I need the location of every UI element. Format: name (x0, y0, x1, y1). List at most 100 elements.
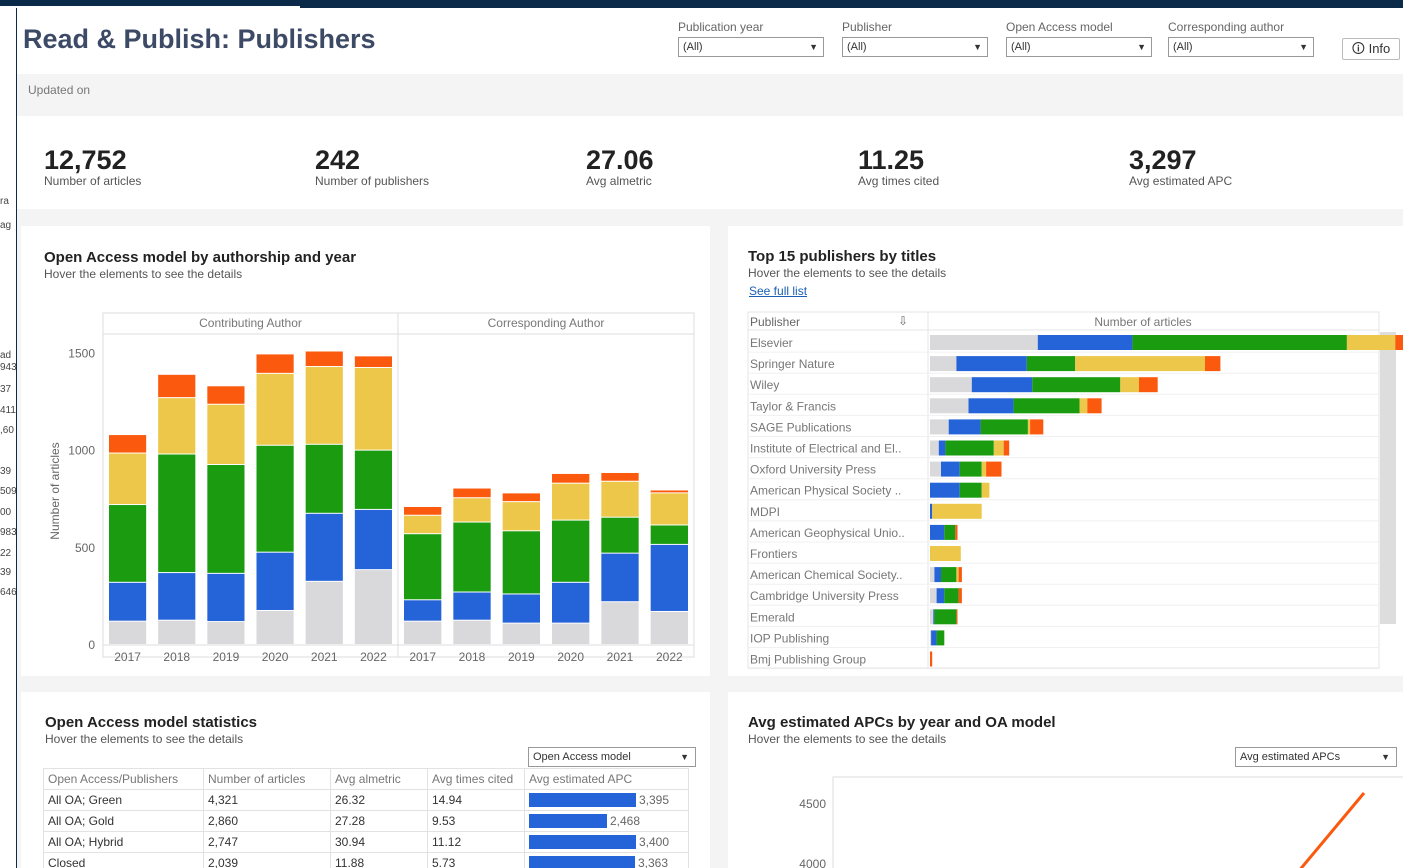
info-label: Info (1368, 41, 1391, 56)
bar-segment (502, 493, 540, 502)
apc-bar (529, 835, 636, 850)
bar-segment (930, 567, 935, 583)
bar-segment (256, 373, 294, 445)
bar-segment (158, 374, 196, 398)
publisher-label: Emerald (750, 610, 795, 624)
column-header[interactable]: Open Access/Publishers (43, 768, 204, 790)
table-row[interactable]: All OA; Green 4,321 26.32 14.94 3,395 (43, 789, 689, 811)
bar-segment (1027, 419, 1031, 435)
bar-segment (930, 335, 1038, 350)
bar-segment (930, 546, 961, 561)
background-fragment: 37 (0, 384, 12, 395)
kpi-label: Avg almetric (586, 174, 652, 188)
kpi-label: Avg times cited (858, 174, 940, 188)
kpi-value: 3,297 (1129, 145, 1197, 175)
kpi-value: 242 (315, 145, 361, 175)
kpi-strip: 12,752 Number of articles 242 Number of pu… (17, 116, 1403, 209)
bar-segment (601, 553, 639, 602)
avg-apc-chart: 4000 4500 (799, 776, 1403, 868)
column-header[interactable]: Avg times cited (427, 768, 525, 790)
column-header[interactable]: Avg estimated APC (524, 768, 689, 790)
x-tick-label: 2021 (607, 650, 634, 664)
apc-cell: 3,400 (524, 831, 689, 853)
bar-segment (453, 592, 491, 620)
bar-segment (941, 567, 957, 583)
almetric-cell: 30.94 (330, 831, 428, 853)
bar-segment (354, 368, 392, 450)
bar-segment (1079, 398, 1088, 414)
column-header[interactable]: Number of articles (203, 768, 331, 790)
bar-segment (207, 386, 245, 404)
publisher-label: Wiley (750, 378, 779, 392)
oa-model-dropdown[interactable]: Open Access model ▼ (528, 747, 696, 767)
bar-segment (944, 524, 956, 540)
bar-segment (601, 517, 639, 553)
filter-value: (All) (683, 41, 703, 53)
background-fragment: 509 (0, 486, 16, 497)
bar-segment (956, 567, 959, 583)
dropdown-value: Open Access model (533, 751, 631, 763)
bar-segment (934, 567, 941, 583)
bar-segment (354, 570, 392, 644)
chevron-down-icon: ▼ (973, 42, 982, 52)
bar-segment (1075, 356, 1205, 372)
apc-value: 3,363 (638, 855, 669, 868)
filter-select[interactable]: (All) ▼ (678, 37, 824, 57)
kpi-almetric: 27.06 Avg almetric (586, 146, 654, 188)
chevron-down-icon: ▼ (809, 42, 818, 52)
avg-apc-card: Avg estimated APCs by year and OA model … (728, 692, 1403, 868)
x-tick-label: 2019 (213, 650, 240, 664)
x-tick-label: 2020 (557, 650, 584, 664)
oa-authorship-card: Open Access model by authorship and year… (21, 226, 710, 676)
background-fragment: 943 (0, 362, 16, 373)
card-subtitle: Hover the elements to see the details (45, 732, 244, 746)
bar-segment (1139, 377, 1158, 393)
oa-model-cell: Closed (43, 852, 204, 868)
updated-on-label: Updated on (28, 83, 91, 97)
filter-select[interactable]: (All) ▼ (1006, 37, 1152, 57)
bar-segment (956, 609, 958, 625)
table-row[interactable]: All OA; Hybrid 2,747 30.94 11.12 3,400 (43, 831, 689, 853)
publisher-label: SAGE Publications (750, 420, 851, 434)
table-row[interactable]: Closed 2,039 11.88 5.73 3,363 (43, 852, 689, 868)
bar-segment (930, 461, 941, 477)
bar-segment (936, 588, 945, 604)
filter-corresponding-author: Corresponding author (All) ▼ (1168, 20, 1314, 57)
bar-segment (502, 594, 540, 623)
table-header-row: Open Access/Publishers Number of article… (43, 768, 689, 790)
background-fragment: 22 (0, 548, 12, 559)
x-tick-label: 2022 (360, 650, 387, 664)
table-row[interactable]: All OA; Gold 2,860 27.28 9.53 2,468 (43, 810, 689, 832)
background-fragment: 983 (0, 527, 16, 538)
column-header[interactable]: Avg almetric (330, 768, 428, 790)
background-fragment: 39 (0, 567, 12, 578)
bar-segment (930, 377, 972, 393)
bar-segment (601, 602, 639, 644)
bar-segment (930, 419, 949, 435)
bar-segment (956, 356, 1027, 372)
bar-segment (207, 622, 245, 644)
articles-cell: 2,039 (203, 852, 331, 868)
bar-segment (256, 354, 294, 373)
page-title: Read & Publish: Publishers (23, 24, 376, 54)
filter-select[interactable]: (All) ▼ (1168, 37, 1314, 57)
info-button[interactable]: 🛈 Info (1342, 38, 1400, 60)
filter-select[interactable]: (All) ▼ (842, 37, 988, 57)
bar-segment (256, 552, 294, 610)
bar-segment (981, 461, 987, 477)
publisher-label: Springer Nature (750, 357, 835, 371)
bar-segment (552, 623, 590, 644)
bar-segment (404, 621, 442, 644)
background-fragment: 39 (0, 466, 12, 477)
bar-segment (650, 493, 688, 525)
bar-segment (959, 461, 982, 477)
publisher-label: American Geophysical Unio.. (750, 526, 905, 540)
bar-segment (968, 398, 1014, 414)
bar-segment (109, 453, 147, 505)
bar-segment (971, 377, 1033, 393)
info-icon: 🛈 (1351, 41, 1365, 56)
bar-segment (930, 503, 933, 519)
x-tick-label: 2017 (114, 650, 141, 664)
apc-cell: 3,395 (524, 789, 689, 811)
bar-segment (158, 573, 196, 620)
